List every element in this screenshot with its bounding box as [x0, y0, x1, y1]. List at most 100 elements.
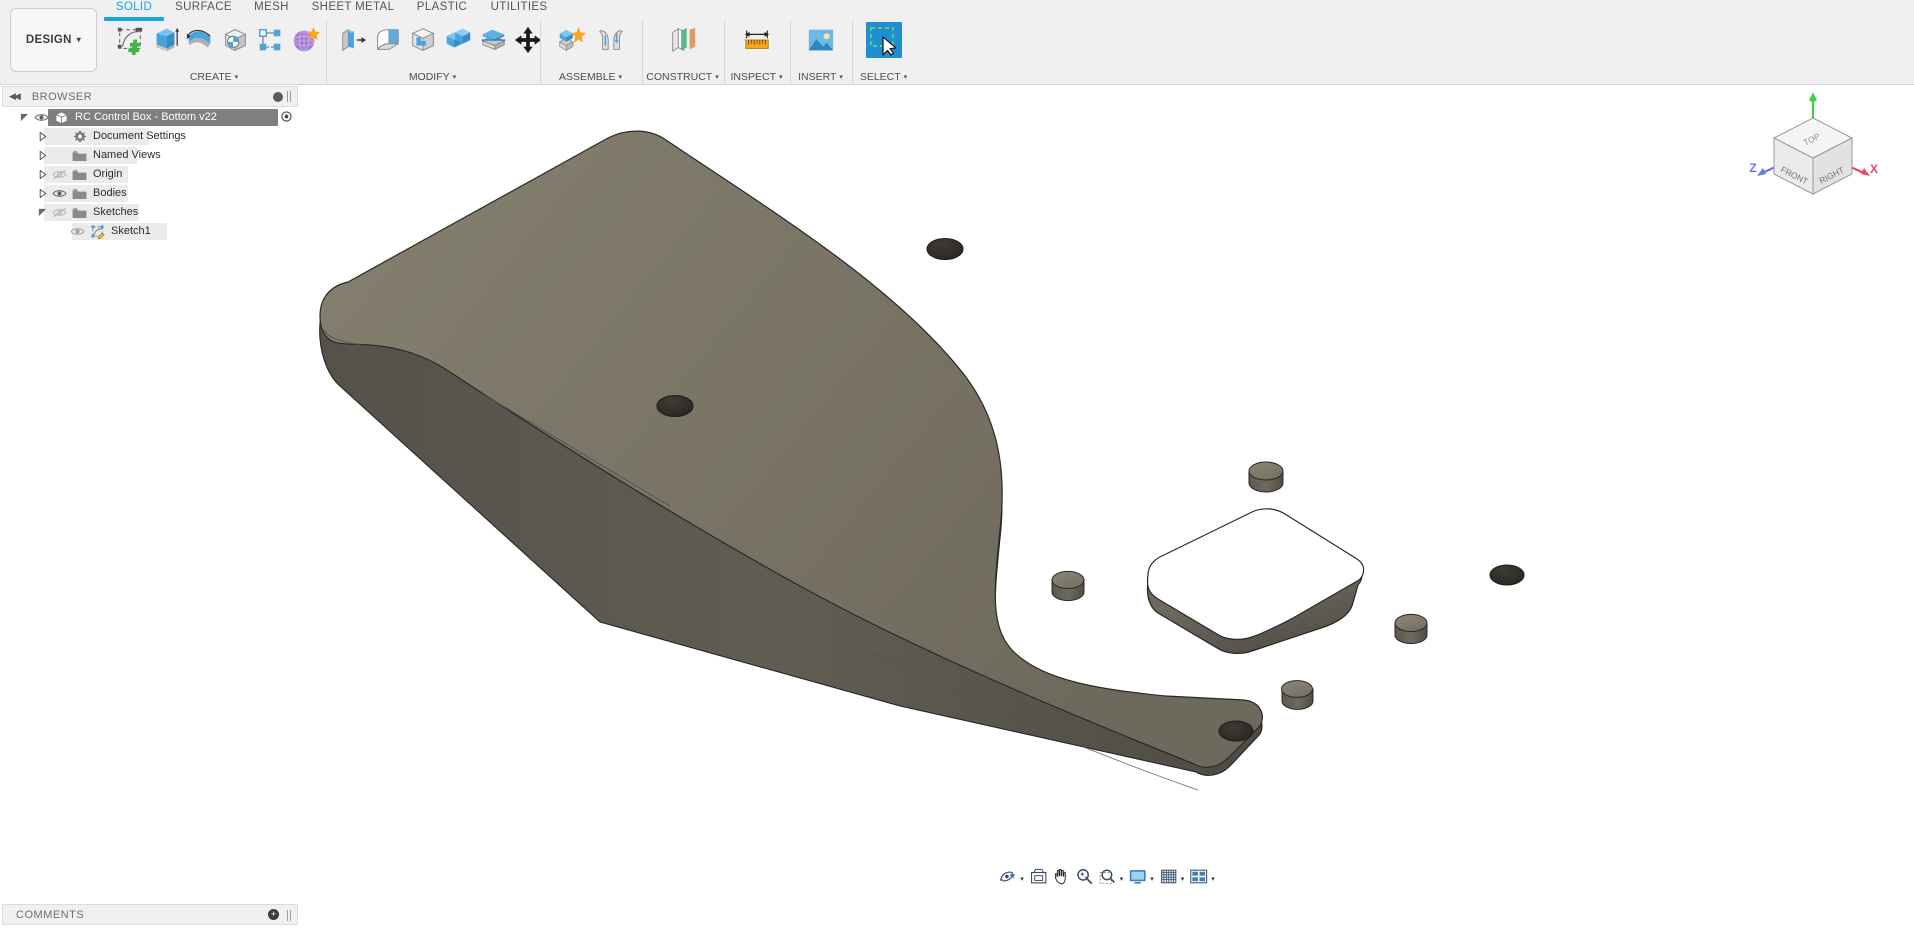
select-tool[interactable] [866, 22, 902, 58]
ribbon-tab-label: SURFACE [175, 1, 232, 13]
chevron-down-icon: ▾ [453, 74, 457, 81]
ribbon-tab-solid[interactable]: SOLID [104, 1, 164, 21]
panel-label-inspect[interactable]: INSPECT▾ [725, 71, 788, 83]
extrude-tool[interactable] [147, 22, 183, 58]
chevron-down-icon[interactable]: ▾ [1211, 875, 1215, 883]
chevron-down-icon[interactable]: ▾ [1120, 875, 1124, 883]
ribbon-panel-inspect: INSPECT▾ [724, 20, 788, 84]
component-icon [53, 111, 70, 125]
mesh-tool[interactable] [252, 22, 288, 58]
eye-hidden-icon[interactable] [51, 168, 68, 181]
cad-model-canvas[interactable] [300, 86, 1914, 902]
offset-plane-tool[interactable] [665, 22, 701, 58]
component-activate-icon[interactable] [281, 111, 292, 125]
eye-dim-icon[interactable] [69, 225, 86, 238]
create-sketch-tool[interactable] [112, 22, 148, 58]
ribbon-tab-utilities[interactable]: UTILITIES [479, 1, 559, 13]
revolve-surface-tool[interactable] [217, 22, 253, 58]
ribbon-tab-sheet-metal[interactable]: SHEET METAL [300, 1, 406, 13]
fillet-tool[interactable] [370, 22, 406, 58]
arrow-collapsed-icon[interactable] [36, 168, 49, 181]
rib-tool[interactable] [405, 22, 441, 58]
arrow-collapsed-icon[interactable] [36, 130, 49, 143]
shell-tool[interactable] [475, 22, 511, 58]
chevron-down-icon: ▾ [904, 74, 908, 81]
arrow-collapsed-icon[interactable] [36, 149, 49, 162]
panel-label-modify[interactable]: MODIFY▾ [327, 71, 538, 83]
zoom-icon [1075, 867, 1094, 891]
zoom-window-button[interactable] [1096, 866, 1119, 892]
chevron-down-icon[interactable]: ▾ [1150, 875, 1154, 883]
window-bottom-strip [0, 925, 1914, 934]
add-comment-icon[interactable]: + [268, 909, 279, 920]
through-hole [1219, 721, 1253, 741]
orbit-button[interactable] [996, 866, 1019, 892]
panel-label-text: CONSTRUCT [646, 71, 712, 83]
ribbon-panel-select: SELECT▾ [852, 20, 914, 84]
viewports-button[interactable] [1187, 866, 1210, 892]
browser-node-named-views[interactable]: Named Views [0, 146, 300, 165]
view-cube[interactable]: Y Z X TOP FRONT RIGHT [1748, 90, 1878, 205]
panel-label-text: MODIFY [409, 71, 450, 83]
collapse-left-icon[interactable]: ◀◀ [9, 91, 19, 102]
ribbon-tab-surface[interactable]: SURFACE [166, 1, 241, 13]
arrow-collapsed-icon[interactable] [36, 187, 49, 200]
boss-top [1249, 462, 1283, 480]
insert-canvas-tool[interactable] [803, 22, 839, 58]
panel-label-text: ASSEMBLE [559, 71, 616, 83]
comments-panel[interactable]: COMMENTS + [2, 904, 298, 925]
arrow-expanded-icon[interactable] [36, 206, 49, 219]
chevron-down-icon[interactable]: ▾ [1181, 875, 1185, 883]
ribbon-panel-assemble: ASSEMBLE▾ [540, 20, 640, 84]
chevron-down-icon: ▾ [839, 74, 843, 81]
browser-node-origin[interactable]: Origin [0, 165, 300, 184]
arrow-expanded-icon[interactable] [18, 111, 31, 124]
comments-resize-grip[interactable] [287, 910, 291, 921]
panel-resize-grip[interactable] [287, 91, 291, 102]
look-at-icon [1029, 867, 1048, 891]
mesh-body-tool[interactable] [287, 22, 323, 58]
browser-options-icon[interactable] [273, 92, 283, 102]
grid-snaps-button[interactable] [1157, 866, 1180, 892]
eye-visible-icon[interactable] [33, 111, 50, 124]
browser-node-rc-control-box-bottom-v22[interactable]: RC Control Box - Bottom v22 [0, 108, 300, 127]
browser-node-bodies[interactable]: Bodies [0, 184, 300, 203]
browser-node-sketches[interactable]: Sketches [0, 203, 300, 222]
chevron-down-icon[interactable]: ▾ [1020, 875, 1024, 883]
browser-node-sketch1[interactable]: Sketch1 [0, 222, 300, 241]
panel-label-insert[interactable]: INSERT▾ [791, 71, 850, 83]
zoom-button[interactable] [1073, 866, 1096, 892]
panel-label-text: CREATE [190, 71, 232, 83]
panel-label-text: INSPECT [730, 71, 776, 83]
workspace-switcher-button[interactable]: DESIGN ▾ [10, 8, 97, 72]
measure-tool[interactable] [739, 22, 775, 58]
pan-hand-icon [1052, 867, 1071, 891]
panel-label-construct[interactable]: CONSTRUCT▾ [643, 71, 722, 83]
eye-visible-icon[interactable] [51, 187, 68, 200]
folder-icon [71, 168, 88, 182]
axis-x-arrow [1861, 168, 1870, 176]
ribbon-tab-plastic[interactable]: PLASTIC [407, 1, 477, 13]
new-component-tool[interactable] [553, 22, 589, 58]
look-at-button[interactable] [1027, 866, 1050, 892]
joint-tool[interactable] [593, 22, 629, 58]
create-surface-tool[interactable] [182, 22, 218, 58]
panel-label-create[interactable]: CREATE▾ [104, 71, 324, 83]
panel-label-assemble[interactable]: ASSEMBLE▾ [541, 71, 640, 83]
ribbon-tab-mesh[interactable]: MESH [244, 1, 299, 13]
ribbon-panel-create: CREATE▾ [104, 20, 324, 84]
3d-viewport[interactable]: Y Z X TOP FRONT RIGHT [300, 86, 1914, 902]
boss-top [1395, 614, 1427, 631]
display-settings-button[interactable] [1126, 866, 1149, 892]
axis-x-label: X [1870, 162, 1878, 176]
tree-indent-spacer [54, 225, 67, 238]
construct-plane-icon [668, 25, 698, 55]
combine-tool[interactable] [440, 22, 476, 58]
panel-label-select[interactable]: SELECT▾ [853, 71, 914, 83]
pan-button[interactable] [1050, 866, 1073, 892]
eye-hidden-icon[interactable] [51, 206, 68, 219]
flange-icon [338, 25, 368, 55]
mesh-sphere-icon [290, 25, 320, 55]
flange-tool[interactable] [335, 22, 371, 58]
browser-node-document-settings[interactable]: Document Settings [0, 127, 300, 146]
